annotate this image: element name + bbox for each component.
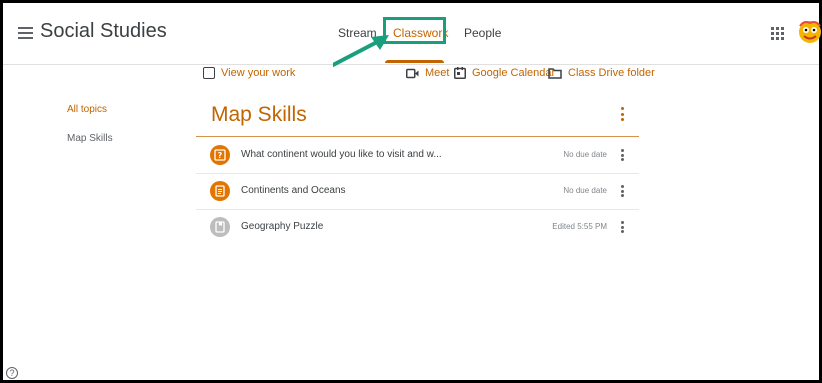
top-bar: Social Studies Stream Classwork People (3, 3, 822, 67)
item-title: What continent would you like to visit a… (241, 149, 442, 160)
svg-text:?: ? (218, 151, 223, 160)
avatar[interactable] (798, 20, 822, 44)
item-more-options-icon[interactable] (621, 221, 625, 233)
view-your-work-label: View your work (221, 67, 296, 79)
folder-icon (548, 67, 562, 79)
google-calendar-label: Google Calendar (472, 67, 556, 79)
item-title: Geography Puzzle (241, 221, 324, 232)
video-camera-icon (406, 68, 419, 78)
meet-link[interactable]: Meet (406, 67, 449, 79)
tab-bar: Stream Classwork People (3, 3, 819, 67)
class-drive-folder-link[interactable]: Class Drive folder (548, 67, 655, 79)
topic-more-options-icon[interactable] (621, 107, 625, 121)
item-more-options-icon[interactable] (621, 149, 625, 161)
apps-grid-icon[interactable] (771, 27, 784, 40)
item-status: No due date (563, 186, 607, 195)
calendar-icon (454, 67, 466, 79)
item-status: No due date (563, 150, 607, 159)
google-calendar-link[interactable]: Google Calendar (454, 67, 555, 79)
material-icon (210, 217, 230, 237)
item-more-options-icon[interactable] (621, 185, 625, 197)
classwork-item[interactable]: ? What continent would you like to visit… (196, 137, 639, 174)
sidebar-item-all-topics[interactable]: All topics (67, 104, 107, 115)
class-drive-folder-label: Class Drive folder (568, 67, 655, 79)
view-your-work-link[interactable]: View your work (203, 67, 295, 79)
meet-label: Meet (425, 67, 450, 79)
question-icon: ? (210, 145, 230, 165)
item-status: Edited 5:55 PM (552, 222, 607, 231)
badge-icon (203, 67, 215, 79)
topic-title: Map Skills (211, 103, 307, 126)
classwork-item[interactable]: Continents and Oceans No due date (196, 173, 639, 210)
tab-people[interactable]: People (464, 26, 501, 40)
classwork-item[interactable]: Geography Puzzle Edited 5:55 PM (196, 209, 639, 245)
active-tab-indicator (385, 60, 444, 63)
item-title: Continents and Oceans (241, 185, 346, 196)
sidebar-item-map-skills[interactable]: Map Skills (67, 133, 113, 144)
assignment-icon (210, 181, 230, 201)
annotation-arrow-icon (333, 35, 389, 67)
help-icon[interactable]: ? (6, 367, 18, 379)
classroom-window: Social Studies Stream Classwork People V… (0, 0, 822, 383)
